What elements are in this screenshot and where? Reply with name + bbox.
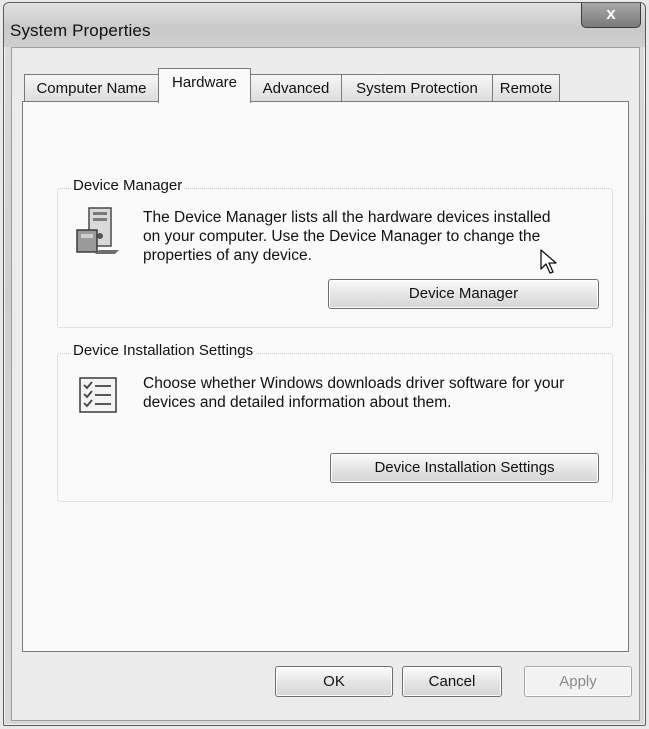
tab-label: Advanced (262, 80, 330, 97)
window-title: System Properties (10, 21, 151, 40)
title-bar[interactable]: System Properties x (4, 3, 645, 47)
tab-hardware[interactable]: Hardware (158, 68, 251, 103)
device-installation-settings-button[interactable]: Device Installation Settings (330, 453, 599, 483)
tab-remote[interactable]: Remote (492, 74, 560, 101)
apply-button[interactable]: Apply (524, 666, 632, 697)
device-manager-button[interactable]: Device Manager (328, 279, 599, 309)
device-installation-description: Choose whether Windows downloads driver … (143, 374, 564, 412)
tab-label: Computer Name (36, 80, 147, 97)
mouse-pointer-icon (540, 249, 557, 274)
tab-system-protection[interactable]: System Protection (341, 74, 493, 101)
description-line: devices and detailed information about t… (143, 394, 452, 411)
description-line: The Device Manager lists all the hardwar… (143, 209, 551, 226)
close-icon: x (606, 4, 616, 23)
device-manager-description: The Device Manager lists all the hardwar… (143, 208, 551, 265)
tab-label: Remote (499, 80, 553, 97)
tab-label: Hardware (171, 74, 238, 91)
close-button[interactable]: x (581, 3, 641, 28)
dialog-client-area: Computer Name Hardware Advanced System P… (11, 47, 640, 721)
checklist-icon (79, 377, 117, 413)
tab-label: System Protection (356, 80, 478, 97)
ok-button[interactable]: OK (275, 666, 393, 697)
description-line: on your computer. Use the Device Manager… (143, 228, 541, 245)
description-line: properties of any device. (143, 247, 312, 264)
device-manager-heading: Device Manager (71, 177, 185, 194)
tab-computer-name[interactable]: Computer Name (24, 74, 159, 101)
system-properties-window: System Properties x Computer Name Hardwa… (3, 2, 646, 726)
hardware-tab-panel: Device Manager The Device Manager lists … (22, 101, 629, 652)
cancel-button[interactable]: Cancel (402, 666, 502, 697)
tab-advanced[interactable]: Advanced (250, 74, 342, 101)
device-manager-icon (76, 207, 119, 254)
description-line: Choose whether Windows downloads driver … (143, 375, 565, 392)
device-installation-heading: Device Installation Settings (71, 342, 256, 359)
